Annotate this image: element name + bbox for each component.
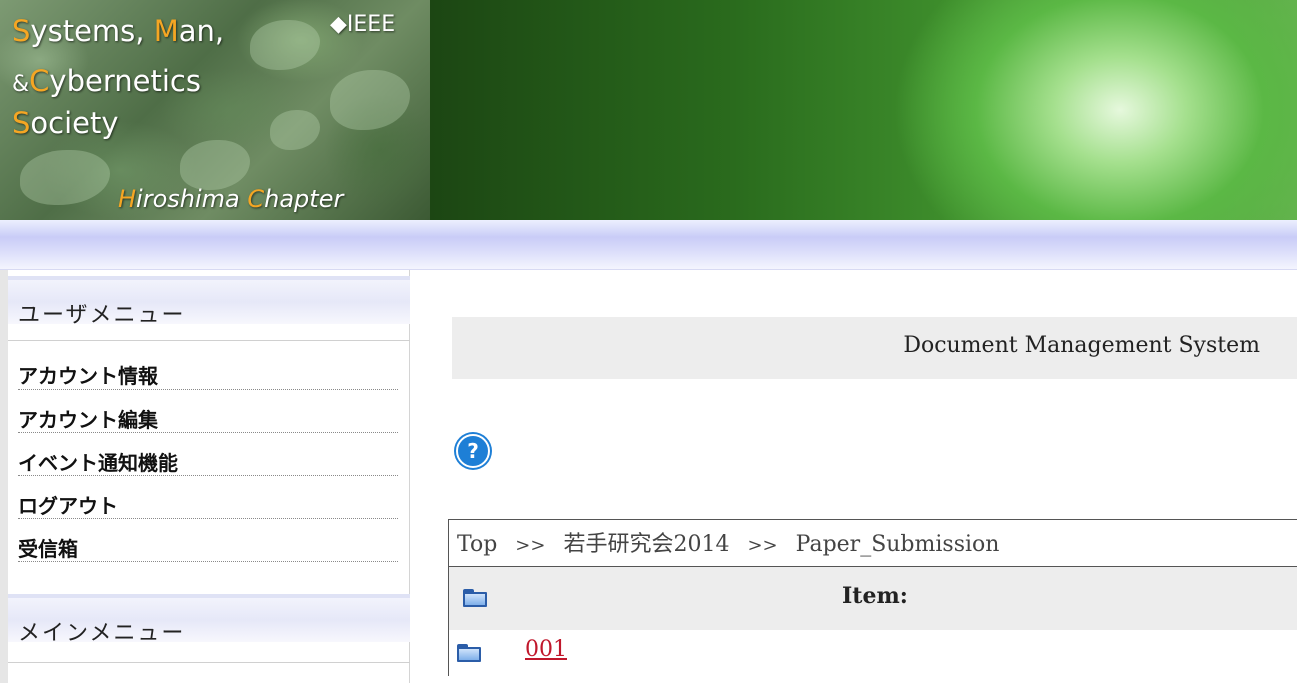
breadcrumb-event[interactable]: 若手研究会2014 xyxy=(563,532,729,557)
folder-icon xyxy=(463,589,487,607)
table-header-item-label: Item: xyxy=(842,583,908,609)
sidebar-item-event-notification[interactable]: イベント通知機能 xyxy=(18,433,398,476)
breadcrumb: Top >> 若手研究会2014 >> Paper_Submission xyxy=(449,520,1297,566)
sidebar-item-account-info[interactable]: アカウント情報 xyxy=(18,340,398,390)
ieee-logo: ◆IEEE xyxy=(330,12,396,37)
nav-bar xyxy=(0,220,1297,270)
help-icon[interactable]: ? xyxy=(456,434,490,468)
table-header-row: Item: xyxy=(449,566,1297,630)
sidebar-item-account-edit[interactable]: アカウント編集 xyxy=(18,390,398,433)
logo-line-systems-man: Systems, Man, xyxy=(12,14,225,48)
folder-icon xyxy=(457,644,481,662)
banner-green-gradient xyxy=(430,0,1297,220)
breadcrumb-current[interactable]: Paper_Submission xyxy=(796,532,1000,557)
sidebar-item-inbox[interactable]: 受信箱 xyxy=(18,519,398,562)
main-menu-heading: メインメニュー xyxy=(8,594,410,646)
user-menu-heading: ユーザメニュー xyxy=(8,276,410,328)
sidebar-item-logout[interactable]: ログアウト xyxy=(18,476,398,519)
logo-line-cybernetics: &Cybernetics xyxy=(12,64,201,98)
breadcrumb-top[interactable]: Top xyxy=(457,532,497,557)
breadcrumb-separator: >> xyxy=(747,535,778,556)
table-row[interactable]: 001 xyxy=(449,630,1297,676)
item-link-001[interactable]: 001 xyxy=(525,637,567,662)
logo-line-society: Society xyxy=(12,106,119,140)
logo-hiroshima-chapter: Hiroshima Chapter xyxy=(118,185,344,213)
page-title: Document Management System xyxy=(452,317,1297,379)
item-table: Top >> 若手研究会2014 >> Paper_Submission Item: 0… xyxy=(448,519,1297,676)
banner-clover-image: Systems, Man, &Cybernetics Society ◆IEEE… xyxy=(0,0,430,220)
breadcrumb-separator: >> xyxy=(515,535,546,556)
sidebar: ユーザメニュー アカウント情報 アカウント編集 イベント通知機能 ログアウト 受… xyxy=(0,270,410,683)
user-menu-list: アカウント情報 アカウント編集 イベント通知機能 ログアウト 受信箱 xyxy=(18,340,398,562)
site-banner: Systems, Man, &Cybernetics Society ◆IEEE… xyxy=(0,0,1297,220)
